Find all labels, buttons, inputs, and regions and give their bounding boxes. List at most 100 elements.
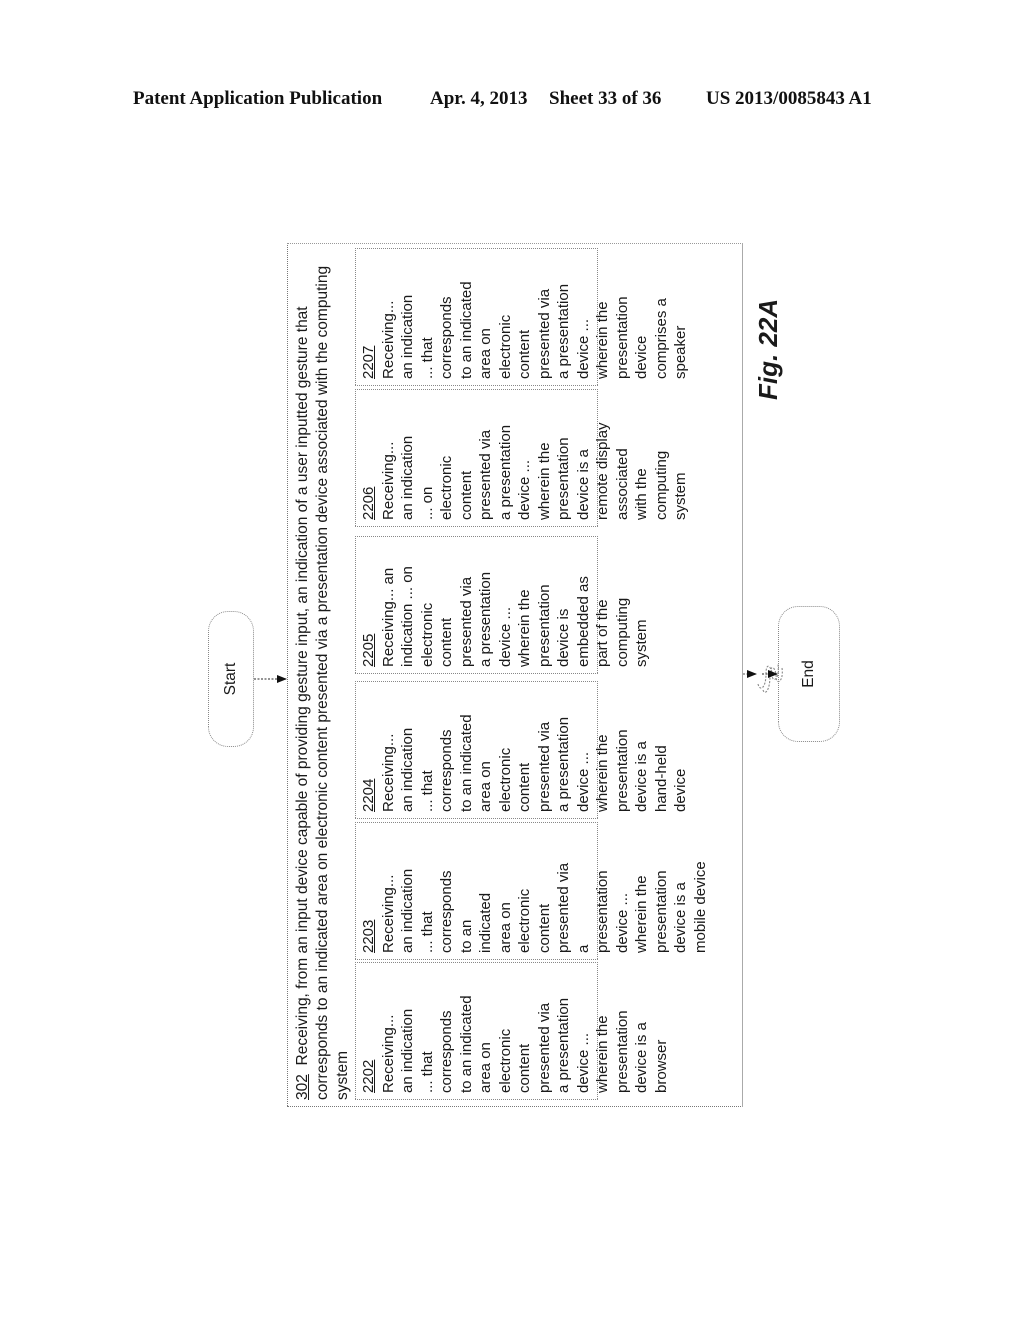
sub-step-id: 2207	[360, 345, 377, 379]
sub-step-2206: 2206 Receiving... an indication... on elect…	[355, 389, 689, 527]
sub-step-text-line: presentation	[613, 296, 631, 379]
sub-step-text-line: browser	[652, 1039, 670, 1093]
sub-step-text-line: to an	[457, 919, 475, 953]
sub-step-text-line: an indication	[399, 1008, 416, 1093]
sub-step-text-line: presented via	[535, 1002, 553, 1093]
sub-step-text-line: ... that	[418, 770, 436, 812]
sub-step-text-line: device ...	[574, 318, 592, 379]
sub-step-text-line: content	[516, 1043, 533, 1093]
sub-step-text-line: Receiving...	[379, 1014, 397, 1093]
sub-step-text-line: presented via	[555, 862, 572, 953]
sub-step-text-line: presentation	[613, 729, 631, 812]
sheet-number: Sheet 33 of 36	[549, 88, 662, 109]
sub-step-text-line: ... that	[418, 1051, 436, 1093]
publication-title: Patent Application Publication	[133, 88, 383, 109]
sub-step-text-line: a presentation	[496, 424, 514, 520]
sub-step-text-line: area on	[496, 902, 514, 953]
sub-step-text-line: wherein the	[594, 734, 611, 812]
sub-step-text-line: mobile device	[691, 861, 709, 953]
main-step-description: Receiving, from an input device capable …	[294, 265, 351, 1100]
sub-step-text-line: remote display	[594, 422, 611, 520]
sub-step-text-line: presented via	[535, 721, 553, 812]
flowchart: Start 302 Receiving, from an input devic…	[200, 200, 840, 1120]
sub-step-text-line: device is a	[574, 449, 592, 520]
sub-step-text-line: a presentation	[555, 283, 572, 379]
sub-step-text-line: presented via	[457, 576, 475, 667]
sub-step-text-line: electronic	[516, 888, 533, 953]
sub-step-text-line: content	[438, 617, 455, 667]
sub-step-text-line: electronic	[496, 1028, 514, 1093]
sub-step-text-line: wherein the	[535, 442, 553, 520]
main-step-box-bottom-edge	[742, 243, 743, 1107]
sub-step-text-line: presented via	[535, 288, 553, 379]
sub-step-text-line: embedded as	[574, 576, 592, 667]
sub-step-2205: 2205 Receiving... an indication ... on elec…	[355, 536, 650, 674]
sub-step-text-line: Receiving...	[379, 300, 397, 379]
sub-step-text-line: device is a	[633, 741, 650, 812]
sub-step-text-line: wherein the	[516, 589, 533, 667]
end-node: End	[778, 606, 840, 742]
sub-step-text-line: content	[457, 470, 475, 520]
sub-step-id: 2205	[360, 633, 377, 667]
main-step-text: 302 Receiving, from an input device capa…	[293, 250, 353, 1100]
sub-step-text-line: a presentation	[477, 571, 494, 667]
sub-step-text-line: an indication	[399, 727, 416, 812]
sub-step-text-line: a presentation	[555, 997, 572, 1093]
sub-step-text-line: with the	[633, 468, 650, 520]
sub-step-text-line: ... that	[418, 911, 436, 953]
sub-step-text-line: Receiving...	[379, 733, 397, 812]
sub-step-text-line: an indication	[399, 868, 416, 953]
sub-step-2203: 2203 Receiving... an indication... that cor…	[355, 822, 709, 960]
sub-step-text-line: a	[574, 944, 592, 953]
sub-step-text-line: indicated	[477, 892, 494, 953]
sub-step-text-line: an indication	[399, 294, 416, 379]
sub-step-text-line: ... that	[418, 337, 436, 379]
sub-step-text-line: device	[633, 335, 650, 379]
publication-date: Apr. 4, 2013	[430, 88, 528, 109]
sub-step-text-line: associated	[613, 448, 631, 520]
sub-step-text-line: content	[516, 329, 533, 379]
sub-step-text-line: electronic	[418, 602, 436, 667]
end-label: End	[800, 660, 817, 688]
sub-step-text-line: device ...	[613, 892, 631, 953]
sub-step-text-line: presentation	[594, 870, 611, 953]
sub-step-text-line: presentation	[555, 437, 572, 520]
main-step-id: 302	[294, 1074, 311, 1100]
sub-step-text-line: indication ... on	[399, 566, 416, 667]
sub-step-text-line: an indication	[399, 435, 416, 520]
sub-step-text-line: area on	[477, 328, 494, 379]
sub-step-id: 2202	[360, 1059, 377, 1093]
sub-step-text-line: electronic	[496, 314, 514, 379]
sub-step-text-line: wherein the	[594, 1015, 611, 1093]
sub-step-id: 2204	[360, 778, 377, 812]
sub-step-text-line: device is a	[633, 1022, 650, 1093]
sub-step-text-line: corresponds	[438, 729, 455, 812]
sub-step-text-line: device	[672, 768, 689, 812]
sub-step-text-line: system	[633, 619, 650, 667]
sub-step-2204: 2204 Receiving... an indication... that cor…	[355, 681, 689, 819]
sub-step-text-line: Receiving... an	[379, 567, 397, 667]
sub-step-text-line: presentation	[613, 1010, 631, 1093]
break-symbol-icon	[757, 663, 779, 689]
sub-step-text-line: a presentation	[555, 716, 572, 812]
sub-step-text-line: ... on	[418, 486, 436, 520]
sub-step-id: 2206	[360, 486, 377, 520]
sub-step-text-line: device ...	[496, 606, 514, 667]
sub-step-text-line: wherein the	[633, 875, 650, 953]
sub-step-text-line: device is a	[672, 882, 689, 953]
sub-step-text-line: corresponds	[438, 870, 455, 953]
figure-label: Fig. 22A	[753, 298, 783, 400]
sub-step-2202: 2202 Receiving... an indication... that cor…	[355, 962, 670, 1100]
sub-step-text-line: device ...	[574, 751, 592, 812]
sub-step-text-line: wherein the	[594, 301, 611, 379]
sub-step-text-line: computing	[652, 450, 670, 520]
sub-step-text-line: comprises a	[652, 298, 670, 379]
sub-step-text-line: to an indicated	[457, 281, 475, 379]
sub-step-text-line: presented via	[477, 429, 494, 520]
sub-step-2207: 2207 Receiving... an indication... that cor…	[355, 248, 689, 386]
sub-step-text-line: electronic	[438, 455, 455, 520]
sub-step-text-line: content	[535, 903, 553, 953]
sub-step-text-line: Receiving...	[379, 874, 397, 953]
sub-step-text-line: Receiving...	[379, 441, 397, 520]
sub-step-text-line: area on	[477, 1042, 494, 1093]
